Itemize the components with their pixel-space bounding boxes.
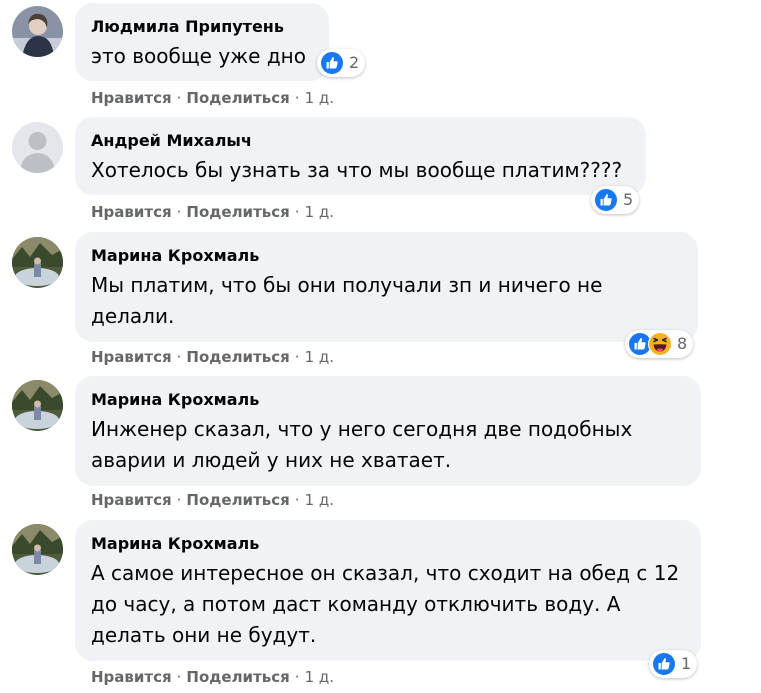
reaction-summary[interactable]: 1 xyxy=(649,650,698,678)
comment-bubble: Марина Крохмаль Мы платим, что бы они по… xyxy=(75,232,698,342)
reaction-count: 5 xyxy=(623,190,634,209)
like-reaction-icon xyxy=(320,51,344,75)
like-button[interactable]: Нравится xyxy=(91,668,172,686)
comment-author[interactable]: Марина Крохмаль xyxy=(91,246,682,266)
separator: · xyxy=(176,491,182,509)
separator: · xyxy=(176,89,182,107)
comment-bubble: Марина Крохмаль А самое интересное он ск… xyxy=(75,520,701,661)
separator: · xyxy=(176,348,182,366)
like-reaction-icon xyxy=(594,188,618,212)
avatar[interactable] xyxy=(12,6,63,57)
timestamp-link[interactable]: 1 д. xyxy=(305,491,334,509)
reaction-count: 8 xyxy=(677,334,688,353)
reaction-summary[interactable]: 5 xyxy=(591,186,640,214)
comment-bubble: Людмила Припутень это вообще уже дно xyxy=(75,3,329,81)
like-button[interactable]: Нравится xyxy=(91,348,172,366)
comment-text: Инженер сказал, что у него сегодня две п… xyxy=(91,417,633,472)
separator: · xyxy=(294,203,300,221)
reaction-count: 2 xyxy=(349,53,360,72)
timestamp-link[interactable]: 1 д. xyxy=(305,203,334,221)
reaction-summary[interactable]: 2 xyxy=(317,49,366,77)
comment-text: Хотелось бы узнать за что мы вообще плат… xyxy=(91,158,623,182)
comment-actions: Нравится · Поделиться · 1 д. xyxy=(91,668,334,686)
comment-actions: Нравится · Поделиться · 1 д. xyxy=(91,203,334,221)
comment-author[interactable]: Марина Крохмаль xyxy=(91,390,685,410)
timestamp-link[interactable]: 1 д. xyxy=(305,348,334,366)
avatar[interactable] xyxy=(12,524,63,575)
share-button[interactable]: Поделиться xyxy=(186,89,289,107)
avatar[interactable] xyxy=(12,237,63,288)
haha-reaction-icon xyxy=(648,332,672,356)
like-button[interactable]: Нравится xyxy=(91,203,172,221)
reaction-summary[interactable]: 8 xyxy=(625,330,694,358)
reaction-count: 1 xyxy=(681,654,692,673)
share-button[interactable]: Поделиться xyxy=(186,491,289,509)
comment-author[interactable]: Марина Крохмаль xyxy=(91,534,685,554)
comment-text: Мы платим, что бы они получали зп и ниче… xyxy=(91,273,603,328)
separator: · xyxy=(294,89,300,107)
comment-bubble: Марина Крохмаль Инженер сказал, что у не… xyxy=(75,376,701,486)
share-button[interactable]: Поделиться xyxy=(186,348,289,366)
share-button[interactable]: Поделиться xyxy=(186,668,289,686)
comment-actions: Нравится · Поделиться · 1 д. xyxy=(91,89,334,107)
separator: · xyxy=(176,668,182,686)
share-button[interactable]: Поделиться xyxy=(186,203,289,221)
comment-actions: Нравится · Поделиться · 1 д. xyxy=(91,348,334,366)
like-button[interactable]: Нравится xyxy=(91,89,172,107)
like-reaction-icon xyxy=(652,652,676,676)
avatar[interactable] xyxy=(12,380,63,431)
timestamp-link[interactable]: 1 д. xyxy=(305,668,334,686)
comment-actions: Нравится · Поделиться · 1 д. xyxy=(91,491,334,509)
comment-text: это вообще уже дно xyxy=(91,44,306,68)
timestamp-link[interactable]: 1 д. xyxy=(305,89,334,107)
comment-author[interactable]: Людмила Припутень xyxy=(91,17,313,37)
separator: · xyxy=(294,491,300,509)
like-button[interactable]: Нравится xyxy=(91,491,172,509)
comment-author[interactable]: Андрей Михалыч xyxy=(91,131,630,151)
comment-text: А самое интересное он сказал, что сходит… xyxy=(91,561,680,647)
avatar-placeholder[interactable] xyxy=(12,122,63,173)
separator: · xyxy=(176,203,182,221)
comment-bubble: Андрей Михалыч Хотелось бы узнать за что… xyxy=(75,117,646,195)
separator: · xyxy=(294,668,300,686)
separator: · xyxy=(294,348,300,366)
